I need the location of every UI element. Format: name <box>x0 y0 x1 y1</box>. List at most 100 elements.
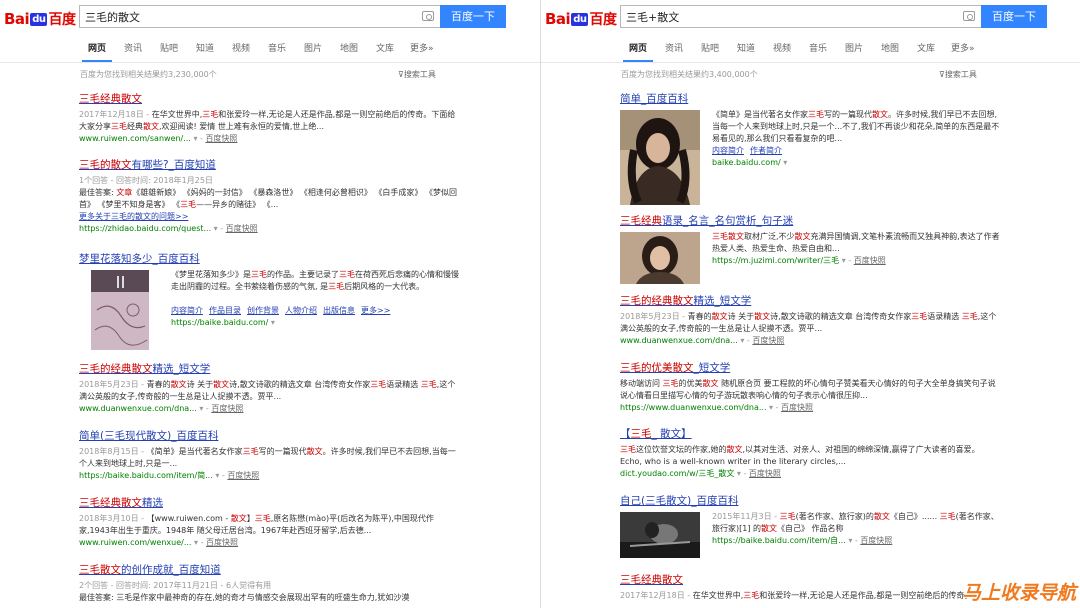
text-segment: 的优美 <box>678 379 703 388</box>
baidu-logo[interactable]: Bai du 百度 <box>4 9 76 29</box>
camera-icon[interactable] <box>422 11 434 21</box>
result-title[interactable]: 自己(三毛散文)_百度百科 <box>620 494 1000 508</box>
result-url[interactable]: https://baike.baidu.com/item/简... ▾ - 百度… <box>79 470 459 482</box>
author-photo-illustration <box>620 512 700 558</box>
highlighted-keyword: 散文 <box>711 312 728 321</box>
tab-map[interactable]: 地图 <box>340 41 358 54</box>
result-title[interactable]: 三毛的散文有哪些?_百度知道 <box>79 158 459 172</box>
snapshot-link[interactable]: 百度快照 <box>227 471 259 480</box>
tab-images[interactable]: 图片 <box>304 41 322 54</box>
camera-icon[interactable] <box>963 11 975 21</box>
result-title[interactable]: 三毛散文的创作成就_百度知道 <box>79 563 459 577</box>
tab-more[interactable]: 更多» <box>410 41 434 54</box>
tab-music[interactable]: 音乐 <box>268 41 286 54</box>
search-button[interactable]: 百度一下 <box>981 5 1047 28</box>
result-title[interactable]: 三毛的优美散文_短文学 <box>620 361 1000 375</box>
author-photo[interactable] <box>620 110 700 205</box>
author-photo[interactable] <box>620 512 700 558</box>
tab-map[interactable]: 地图 <box>881 41 899 54</box>
text-segment: 诗,散文诗歌的精选文章 台湾传奇女作家 <box>229 380 371 389</box>
result-url[interactable]: https://m.juzimi.com/writer/三毛 ▾ - 百度快照 <box>712 255 1000 267</box>
text-segment: 语录_名言_名句赏析_句子迷 <box>662 215 794 227</box>
result-title[interactable]: 【三毛_ 散文】 <box>620 427 1000 441</box>
tab-music[interactable]: 音乐 <box>809 41 827 54</box>
result-title[interactable]: 三毛的经典散文精选_短文学 <box>79 362 459 376</box>
result-title[interactable]: 简单_百度百科 <box>620 92 1000 106</box>
result-url[interactable]: https://baike.baidu.com/item/自... ▾ - 百度… <box>712 535 1000 547</box>
sublink[interactable]: 作品目录 <box>209 306 241 315</box>
result-url[interactable]: www.duanwenxue.com/dna... ▾ - 百度快照 <box>620 335 1000 347</box>
result-url[interactable]: www.ruiwen.com/wenxue/... ▾ - 百度快照 <box>79 537 459 549</box>
text-segment: 【www.ruiwen.com - <box>146 514 231 523</box>
book-cover-image[interactable] <box>91 270 149 350</box>
tab-news[interactable]: 资讯 <box>665 41 683 54</box>
result-url[interactable]: https://zhidao.baidu.com/quest... ▾ - 百度… <box>79 223 459 235</box>
left-search-pane: Baidu百度 百度一下 网页 资讯 贴吧 知道 视频 音乐 图片 地图 文库 … <box>0 0 540 608</box>
result-title[interactable]: 三毛的经典散文精选_短文学 <box>620 294 1000 308</box>
search-input[interactable] <box>80 6 440 28</box>
sublink[interactable]: 内容简介 <box>171 306 203 315</box>
snapshot-link[interactable]: 百度快照 <box>211 404 243 413</box>
text-segment: 自己(三毛散文)_百度百科 <box>620 495 739 507</box>
highlighted-keyword: 三毛 <box>662 379 679 388</box>
result-url[interactable]: www.duanwenxue.com/dna... ▾ - 百度快照 <box>79 403 459 415</box>
result-url[interactable]: dict.youdao.com/w/三毛_散文 ▾ - 百度快照 <box>620 468 1000 480</box>
text-segment: _短文学 <box>693 362 731 374</box>
search-result-with-image: 梦里花落知多少_百度百科 《梦里花落知多少》是三毛的作品。主要记录了三毛在荷西死… <box>79 252 459 350</box>
tab-wenku[interactable]: 文库 <box>376 41 394 54</box>
result-title[interactable]: 三毛经典语录_名言_名句赏析_句子迷 <box>620 214 1000 228</box>
sublink[interactable]: 内容简介 <box>712 146 744 155</box>
author-photo[interactable] <box>620 232 700 284</box>
sublink[interactable]: 出版信息 <box>323 306 355 315</box>
sublink[interactable]: 作者简介 <box>750 146 782 155</box>
snapshot-link[interactable]: 百度快照 <box>206 538 238 547</box>
snapshot-link[interactable]: 百度快照 <box>781 403 813 412</box>
result-url[interactable]: https://baike.baidu.com/ ▾ <box>171 317 459 329</box>
sublink[interactable]: 人物介绍 <box>285 306 317 315</box>
text-segment: 《简单》是当代著名女作家 <box>146 447 243 456</box>
search-tools-button[interactable]: ⊽搜索工具 <box>939 69 977 80</box>
snapshot-link[interactable]: 百度快照 <box>854 256 886 265</box>
result-title[interactable]: 梦里花落知多少_百度百科 <box>79 252 459 266</box>
result-title[interactable]: 三毛经典散文精选 <box>79 496 459 510</box>
tab-tieba[interactable]: 贴吧 <box>701 41 719 54</box>
snapshot-link[interactable]: 百度快照 <box>749 469 781 478</box>
result-date: 2018年8月15日 - <box>79 447 147 456</box>
search-button[interactable]: 百度一下 <box>440 5 506 28</box>
tab-wenku[interactable]: 文库 <box>917 41 935 54</box>
more-questions-link[interactable]: 更多关于三毛的散文的问题>> <box>79 211 459 223</box>
tab-video[interactable]: 视频 <box>232 41 250 54</box>
tab-images[interactable]: 图片 <box>845 41 863 54</box>
result-url[interactable]: https://www.duanwenxue.com/dna... ▾ - 百度… <box>620 402 1000 414</box>
sublink[interactable]: 更多>> <box>361 306 390 315</box>
tab-news[interactable]: 资讯 <box>124 41 142 54</box>
result-url[interactable]: baike.baidu.com/ ▾ <box>712 157 1000 169</box>
search-input[interactable] <box>621 6 981 28</box>
tab-video[interactable]: 视频 <box>773 41 791 54</box>
result-title[interactable]: 简单(三毛现代散文)_百度百科 <box>79 429 459 443</box>
highlighted-keyword: 散文 <box>754 312 771 321</box>
tab-zhidao[interactable]: 知道 <box>196 41 214 54</box>
tab-tieba[interactable]: 贴吧 <box>160 41 178 54</box>
tab-zhidao[interactable]: 知道 <box>737 41 755 54</box>
text-segment: 经典 <box>127 122 143 131</box>
snapshot-link[interactable]: 百度快照 <box>205 134 237 143</box>
result-title[interactable]: 三毛经典散文 <box>620 573 1000 587</box>
highlighted-keyword: 散文 <box>143 122 159 131</box>
snapshot-link[interactable]: 百度快照 <box>860 536 892 545</box>
search-tools-button[interactable]: ⊽搜索工具 <box>398 69 436 80</box>
tab-web[interactable]: 网页 <box>81 41 113 62</box>
snapshot-link[interactable]: 百度快照 <box>752 336 784 345</box>
result-url[interactable]: www.ruiwen.com/sanwen/... ▾ - 百度快照 <box>79 133 459 145</box>
highlighted-keyword: 三毛的散文 <box>79 159 132 171</box>
baidu-logo[interactable]: Bai du 百度 <box>545 9 617 29</box>
sublink[interactable]: 创作背景 <box>247 306 279 315</box>
highlighted-keyword: 三毛 <box>202 110 219 119</box>
snapshot-link[interactable]: 百度快照 <box>226 224 258 233</box>
tab-more[interactable]: 更多» <box>951 41 975 54</box>
text-segment: 《自己》 作品名称 <box>777 524 844 533</box>
result-title[interactable]: 三毛经典散文 <box>79 92 459 106</box>
text-segment: 】 <box>246 514 255 523</box>
screenshot-root: Baidu百度 百度一下 网页 资讯 贴吧 知道 视频 音乐 图片 地图 文库 … <box>0 0 1080 608</box>
tab-web[interactable]: 网页 <box>622 41 654 62</box>
